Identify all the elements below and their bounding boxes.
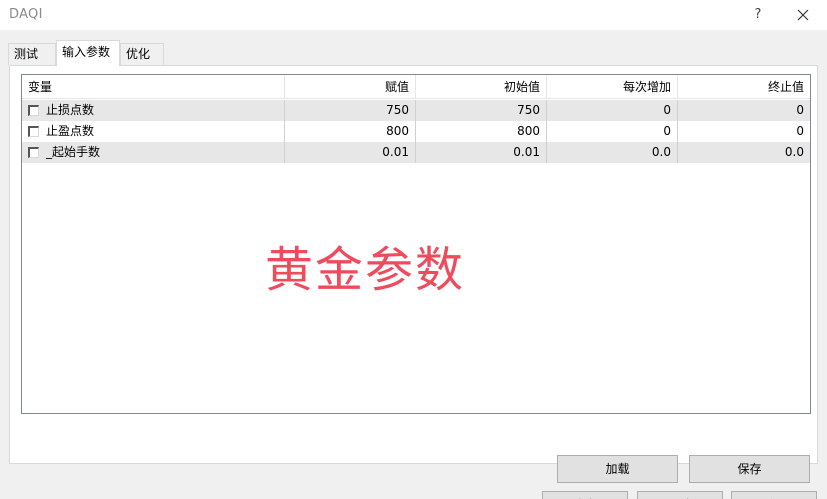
window-title: DAQI bbox=[9, 7, 43, 22]
step-cell[interactable]: 0.0 bbox=[547, 142, 678, 163]
tab-test[interactable]: 测试 bbox=[8, 43, 56, 65]
tab-input-params[interactable]: 输入参数 bbox=[56, 40, 120, 66]
cancel-button[interactable]: 取消 bbox=[637, 491, 723, 499]
start-cell[interactable]: 800 bbox=[416, 121, 547, 142]
reset-button[interactable]: 重设 bbox=[731, 491, 817, 499]
tab-optimize[interactable]: 优化 bbox=[120, 43, 164, 65]
load-button[interactable]: 加载 bbox=[557, 455, 678, 483]
variable-cell: 止盈点数 bbox=[22, 121, 285, 142]
column-header-stop[interactable]: 终止值 bbox=[678, 75, 810, 99]
value-cell[interactable]: 750 bbox=[285, 100, 416, 121]
close-button[interactable] bbox=[786, 3, 820, 27]
step-cell[interactable]: 0 bbox=[547, 121, 678, 142]
optimize-checkbox[interactable] bbox=[28, 126, 39, 137]
column-header-start[interactable]: 初始值 bbox=[416, 75, 547, 99]
list-header: 变量 赋值 初始值 每次增加 终止值 bbox=[22, 75, 810, 99]
close-icon bbox=[797, 9, 809, 21]
column-header-step[interactable]: 每次增加 bbox=[547, 75, 678, 99]
value-cell[interactable]: 800 bbox=[285, 121, 416, 142]
column-header-value[interactable]: 赋值 bbox=[285, 75, 416, 99]
start-cell[interactable]: 0.01 bbox=[416, 142, 547, 163]
ok-button[interactable]: 确定 bbox=[542, 491, 628, 499]
stop-cell[interactable]: 0 bbox=[678, 100, 810, 121]
variable-name: _起始手数 bbox=[46, 145, 101, 159]
help-button[interactable]: ? bbox=[745, 3, 771, 27]
start-cell[interactable]: 750 bbox=[416, 100, 547, 121]
optimize-checkbox[interactable] bbox=[28, 105, 39, 116]
optimize-checkbox[interactable] bbox=[28, 147, 39, 158]
title-bar: DAQI ? bbox=[0, 0, 827, 30]
watermark-text: 黄金参数 bbox=[265, 242, 466, 298]
variable-cell: 止损点数 bbox=[22, 100, 285, 121]
table-row[interactable]: _起始手数 0.01 0.01 0.0 0.0 bbox=[22, 142, 810, 163]
table-row[interactable]: 止损点数 750 750 0 0 bbox=[22, 100, 810, 121]
column-header-variable[interactable]: 变量 bbox=[22, 75, 285, 99]
save-button[interactable]: 保存 bbox=[689, 455, 810, 483]
stop-cell[interactable]: 0.0 bbox=[678, 142, 810, 163]
variable-name: 止盈点数 bbox=[46, 124, 95, 138]
step-cell[interactable]: 0 bbox=[547, 100, 678, 121]
variable-name: 止损点数 bbox=[46, 103, 95, 117]
value-cell[interactable]: 0.01 bbox=[285, 142, 416, 163]
variable-cell: _起始手数 bbox=[22, 142, 285, 163]
table-row[interactable]: 止盈点数 800 800 0 0 bbox=[22, 121, 810, 142]
stop-cell[interactable]: 0 bbox=[678, 121, 810, 142]
